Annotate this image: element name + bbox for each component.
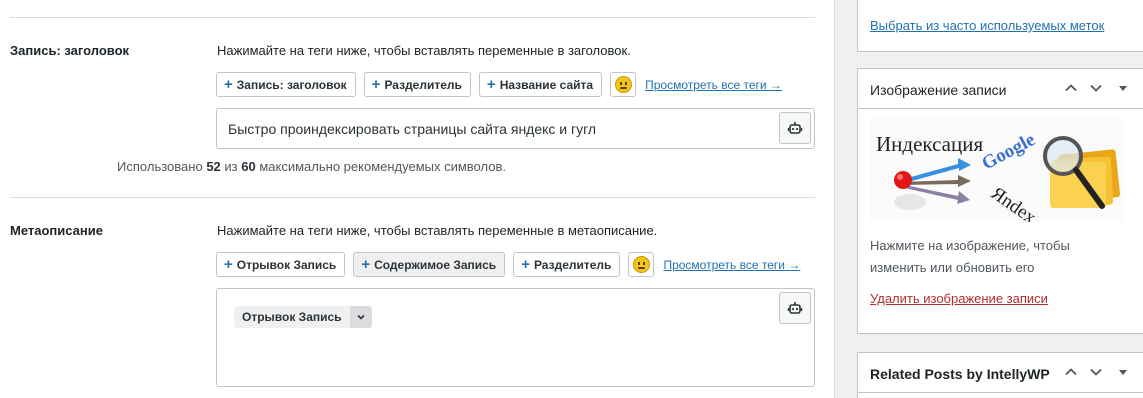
panel-header: Related Posts by IntellyWP [858,353,1143,393]
plus-icon: + [521,256,530,273]
meta-section-label: Метаописание [10,223,103,238]
tag-button-post-title[interactable]: + Запись: заголовок [216,72,356,97]
ai-generate-button[interactable] [779,292,811,324]
emoji-icon [632,256,650,273]
robot-icon [787,302,803,314]
remove-featured-image-link[interactable]: Удалить изображение записи [870,291,1048,306]
emoji-picker-button[interactable] [610,72,637,97]
move-up-icon[interactable] [1060,361,1082,383]
robot-icon [787,122,803,134]
plus-icon: + [486,76,496,93]
panel-header: Изображение записи [858,69,1143,109]
character-counter: Использовано 52 из 60 максимально рекоме… [117,159,506,174]
emoji-picker-button[interactable] [628,252,655,277]
tag-button-site-title[interactable]: + Название сайта [478,72,603,97]
move-down-icon[interactable] [1085,361,1107,383]
choose-frequent-tags-link[interactable]: Выбрать из часто используемых меток [870,18,1104,33]
move-down-icon[interactable] [1085,77,1107,99]
title-section-label: Запись: заголовок [10,43,130,58]
plus-icon: + [371,76,381,93]
title-section-hint: Нажимайте на теги ниже, чтобы вставлять … [217,43,631,58]
divider [10,197,815,198]
featured-image-panel: Изображение записи Индексация Google Яnd… [857,68,1143,334]
tag-button-separator[interactable]: + Разделитель [363,72,471,97]
collapse-toggle-icon[interactable] [1112,77,1134,99]
featured-image-hint: Нажмите на изображение, чтобы изменить и… [870,238,1070,275]
related-posts-panel: Related Posts by IntellyWP [857,352,1143,398]
tag-button-post-excerpt[interactable]: + Отрывок Запись [216,252,346,277]
title-input-value: Быстро проиндексировать страницы сайта я… [228,121,597,137]
view-all-tags-link[interactable]: Просмотреть все теги → [645,78,782,92]
tag-chip-post-excerpt[interactable]: Отрывок Запись [234,306,372,328]
chevron-down-icon[interactable] [349,306,372,328]
emoji-icon [614,76,632,93]
divider [10,17,815,18]
meta-section-hint: Нажимайте на теги ниже, чтобы вставлять … [217,223,658,238]
plus-icon: + [224,256,233,273]
featured-image-title: Изображение записи [870,82,1007,98]
title-tag-row: + Запись: заголовок + Разделитель + Названи… [216,72,782,97]
indexation-illustration: Индексация Google Яndex [870,118,1124,222]
collapse-toggle-icon[interactable] [1112,361,1134,383]
related-posts-title: Related Posts by IntellyWP [870,366,1050,382]
tag-button-separator[interactable]: + Разделитель [513,252,621,277]
image-caption-main: Индексация [876,132,983,156]
featured-image[interactable]: Индексация Google Яndex [870,118,1124,222]
ai-generate-button[interactable] [779,112,811,144]
meta-tag-row: + Отрывок Запись + Содержимое Запись + Разд… [216,252,800,277]
title-input[interactable]: Быстро проиндексировать страницы сайта я… [216,108,815,149]
tag-button-post-content[interactable]: + Содержимое Запись [353,252,506,277]
move-up-icon[interactable] [1060,77,1082,99]
tags-panel: Выбрать из часто используемых меток [857,0,1143,52]
view-all-tags-link[interactable]: Просмотреть все теги → [663,258,800,272]
plus-icon: + [361,256,371,273]
plus-icon: + [224,76,233,93]
seo-settings-panel: Запись: заголовок Нажимайте на теги ниже… [0,0,835,398]
meta-description-input[interactable]: Отрывок Запись [216,288,815,387]
